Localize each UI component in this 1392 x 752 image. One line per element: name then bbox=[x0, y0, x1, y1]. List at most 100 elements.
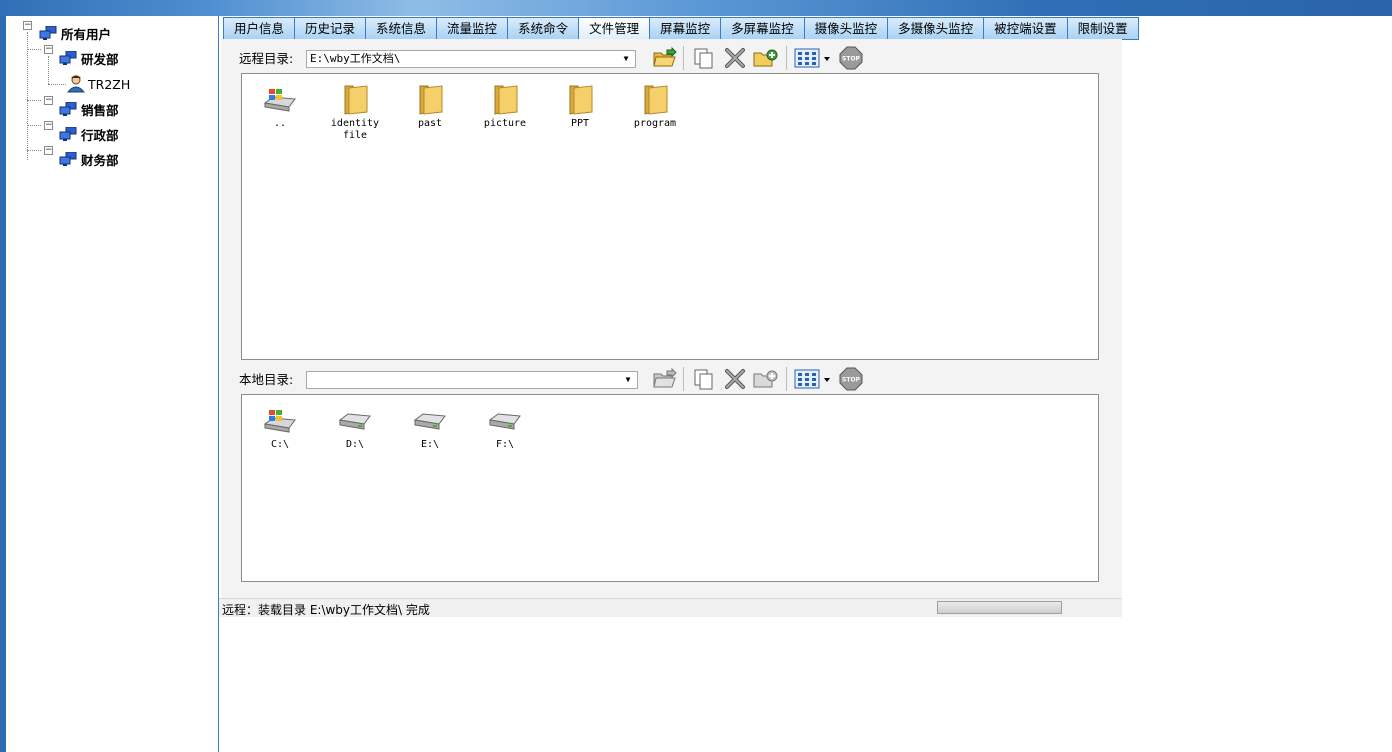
file-manager-panel: 远程目录: E:\wby工作文档\ ▼ STOP .. identity fil… bbox=[221, 39, 1122, 598]
remote-item-folder[interactable]: PPT bbox=[545, 82, 615, 130]
tree-group-label: 销售部 bbox=[81, 103, 119, 118]
toolbar-separator bbox=[683, 367, 684, 391]
tab-history[interactable]: 历史记录 bbox=[294, 17, 366, 40]
tree-root-label: 所有用户 bbox=[61, 27, 112, 42]
tree-node-group-2[interactable]: 行政部 bbox=[58, 125, 119, 144]
remote-file-view[interactable]: .. identity file past picture PPT progra… bbox=[241, 73, 1099, 360]
remote-new-folder-button[interactable] bbox=[753, 46, 779, 70]
expander-group-0[interactable]: − bbox=[44, 45, 53, 54]
computer-group-icon bbox=[59, 50, 77, 65]
remote-dir-label: 远程目录: bbox=[239, 51, 294, 66]
local-delete-button[interactable] bbox=[722, 367, 748, 391]
local-item-name: F:\ bbox=[495, 439, 515, 450]
local-item-drive[interactable]: D:\ bbox=[320, 403, 390, 451]
remote-item-name: picture bbox=[483, 118, 527, 129]
tree-line bbox=[27, 150, 41, 151]
remote-item-name: past bbox=[417, 118, 443, 129]
expander-group-1[interactable]: − bbox=[44, 96, 53, 105]
tree-group-label: 财务部 bbox=[81, 153, 119, 168]
open-folder-icon bbox=[653, 368, 677, 388]
view-icon bbox=[794, 48, 830, 68]
remote-item-name: PPT bbox=[570, 118, 590, 129]
tab-system-info[interactable]: 系统信息 bbox=[365, 17, 437, 40]
tab-traffic-monitor[interactable]: 流量监控 bbox=[436, 17, 508, 40]
folder-icon bbox=[344, 85, 368, 115]
local-open-folder-button[interactable] bbox=[652, 367, 678, 391]
local-new-folder-button[interactable] bbox=[753, 367, 779, 391]
expander-root[interactable]: − bbox=[23, 21, 32, 30]
chevron-down-icon[interactable]: ▼ bbox=[619, 51, 633, 67]
drive-windows-icon bbox=[263, 410, 296, 433]
tree-line bbox=[27, 49, 41, 50]
remote-item-folder[interactable]: identity file bbox=[320, 82, 390, 142]
local-item-drive[interactable]: C:\ bbox=[245, 403, 315, 451]
tree-node-user[interactable]: TR2ZH bbox=[67, 75, 130, 93]
status-bar: 远程：装载目录 E:\wby工作文档\ 完成 bbox=[219, 598, 1122, 617]
remote-view-button[interactable] bbox=[793, 46, 833, 70]
tab-system-command[interactable]: 系统命令 bbox=[507, 17, 579, 40]
remote-open-folder-button[interactable] bbox=[652, 46, 678, 70]
copy-icon bbox=[694, 48, 713, 69]
local-file-view[interactable]: C:\ D:\ E:\ F:\ bbox=[241, 394, 1099, 582]
tab-bar: 用户信息 历史记录 系统信息 流量监控 系统命令 文件管理 屏幕监控 多屏幕监控… bbox=[223, 17, 1139, 40]
remote-item-folder[interactable]: program bbox=[620, 82, 690, 130]
toolbar-separator bbox=[683, 46, 684, 70]
drive-icon bbox=[338, 413, 371, 430]
tree-line bbox=[27, 100, 41, 101]
tree-node-root[interactable]: 所有用户 bbox=[38, 24, 111, 43]
expander-group-3[interactable]: − bbox=[44, 146, 53, 155]
remote-item-name: program bbox=[633, 118, 677, 129]
local-dir-label: 本地目录: bbox=[239, 372, 294, 387]
local-item-drive[interactable]: E:\ bbox=[395, 403, 465, 451]
remote-copy-button[interactable] bbox=[691, 46, 717, 70]
expander-group-2[interactable]: − bbox=[44, 121, 53, 130]
local-copy-button[interactable] bbox=[691, 367, 717, 391]
tree-line bbox=[27, 32, 28, 160]
local-item-name: E:\ bbox=[420, 439, 440, 450]
computer-group-icon bbox=[39, 25, 57, 40]
tab-camera-monitor[interactable]: 摄像头监控 bbox=[803, 17, 888, 40]
copy-icon bbox=[694, 369, 713, 390]
new-folder-icon bbox=[753, 370, 778, 388]
tree-node-group-1[interactable]: 销售部 bbox=[58, 100, 119, 119]
folder-icon bbox=[494, 85, 518, 115]
remote-item-folder[interactable]: picture bbox=[470, 82, 540, 130]
local-stop-button[interactable]: STOP bbox=[838, 367, 864, 391]
stop-icon: STOP bbox=[839, 46, 863, 70]
remote-path-value: E:\wby工作文档\ bbox=[310, 52, 401, 65]
toolbar-separator bbox=[786, 367, 787, 391]
local-view-button[interactable] bbox=[793, 367, 833, 391]
remote-item-folder[interactable]: past bbox=[395, 82, 465, 130]
user-tree: − − − − − 所有用户 研发部 TR2ZH 销售部 行政部 财务部 bbox=[6, 16, 218, 752]
local-path-combo[interactable]: ▼ bbox=[306, 371, 638, 389]
remote-stop-button[interactable]: STOP bbox=[838, 46, 864, 70]
drive-icon bbox=[488, 413, 521, 430]
tab-user-info[interactable]: 用户信息 bbox=[223, 17, 295, 40]
tab-file-manager[interactable]: 文件管理 bbox=[578, 17, 650, 40]
tree-node-group-3[interactable]: 财务部 bbox=[58, 150, 119, 169]
local-item-drive[interactable]: F:\ bbox=[470, 403, 540, 451]
tree-line bbox=[27, 125, 41, 126]
computer-group-icon bbox=[59, 101, 77, 116]
pane-divider[interactable] bbox=[218, 16, 219, 752]
open-folder-icon bbox=[653, 47, 677, 67]
chevron-down-icon[interactable]: ▼ bbox=[621, 372, 635, 388]
tab-restriction-settings[interactable]: 限制设置 bbox=[1066, 17, 1139, 40]
delete-icon bbox=[725, 369, 745, 389]
title-strip bbox=[0, 0, 1392, 16]
tree-group-label: 研发部 bbox=[81, 52, 119, 67]
tab-multi-screen-monitor[interactable]: 多屏幕监控 bbox=[720, 17, 804, 40]
view-icon bbox=[794, 369, 830, 389]
remote-item-parent[interactable]: .. bbox=[245, 82, 315, 130]
tab-client-settings[interactable]: 被控端设置 bbox=[983, 17, 1067, 40]
delete-icon bbox=[725, 48, 745, 68]
tree-node-group-0[interactable]: 研发部 bbox=[58, 49, 119, 68]
tree-group-label: 行政部 bbox=[81, 128, 119, 143]
remote-item-name: identity file bbox=[330, 118, 380, 141]
remote-delete-button[interactable] bbox=[722, 46, 748, 70]
tab-screen-monitor[interactable]: 屏幕监控 bbox=[649, 17, 721, 40]
computer-group-icon bbox=[59, 126, 77, 141]
stop-label: STOP bbox=[842, 377, 861, 384]
tab-multi-camera-monitor[interactable]: 多摄像头监控 bbox=[887, 17, 984, 40]
remote-path-combo[interactable]: E:\wby工作文档\ ▼ bbox=[306, 50, 636, 68]
